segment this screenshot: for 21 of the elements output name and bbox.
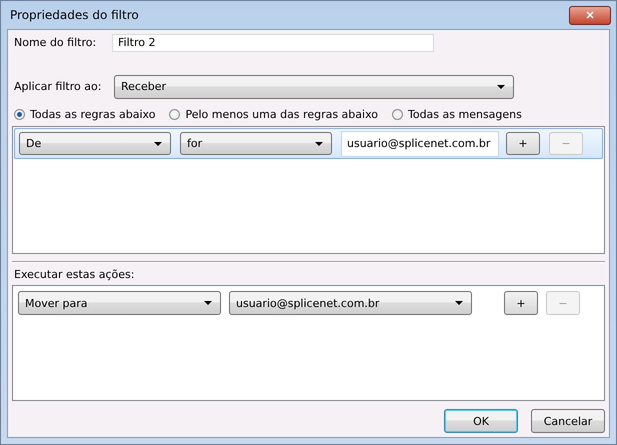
field-dropdown[interactable]: De bbox=[19, 132, 171, 155]
dialog-button[interactable]: OK bbox=[444, 409, 518, 433]
apply-to-label: Aplicar filtro ao: bbox=[14, 80, 102, 93]
filter-name-field[interactable]: Filtro 2 bbox=[112, 34, 434, 52]
radio-label[interactable]: Todas as regras abaixo bbox=[30, 108, 156, 120]
action-dropdown[interactable]: Mover para bbox=[18, 291, 221, 315]
target-dropdown[interactable]: usuario@splicenet.com.br bbox=[229, 291, 472, 315]
add-action-button[interactable]: + bbox=[504, 291, 538, 315]
window-title: Propriedades do filtro bbox=[10, 8, 139, 22]
add-rule-button[interactable]: + bbox=[506, 132, 540, 155]
value-field[interactable]: usuario@splicenet.com.br bbox=[341, 130, 499, 156]
operator-dropdown[interactable]: for bbox=[180, 132, 332, 155]
radio-button[interactable] bbox=[14, 108, 25, 120]
apply-to-dropdown[interactable]: Receber bbox=[114, 74, 514, 98]
dialog-button[interactable]: Cancelar bbox=[531, 409, 605, 433]
actions-label: Executar estas ações: bbox=[14, 268, 134, 281]
filter-name-label: Nome do filtro: bbox=[14, 36, 98, 49]
radio-button[interactable] bbox=[169, 108, 180, 120]
radio-label[interactable]: Todas as mensagens bbox=[408, 108, 522, 120]
radio-button[interactable] bbox=[392, 108, 403, 120]
radio-label[interactable]: Pelo menos uma das regras abaixo bbox=[185, 108, 378, 120]
